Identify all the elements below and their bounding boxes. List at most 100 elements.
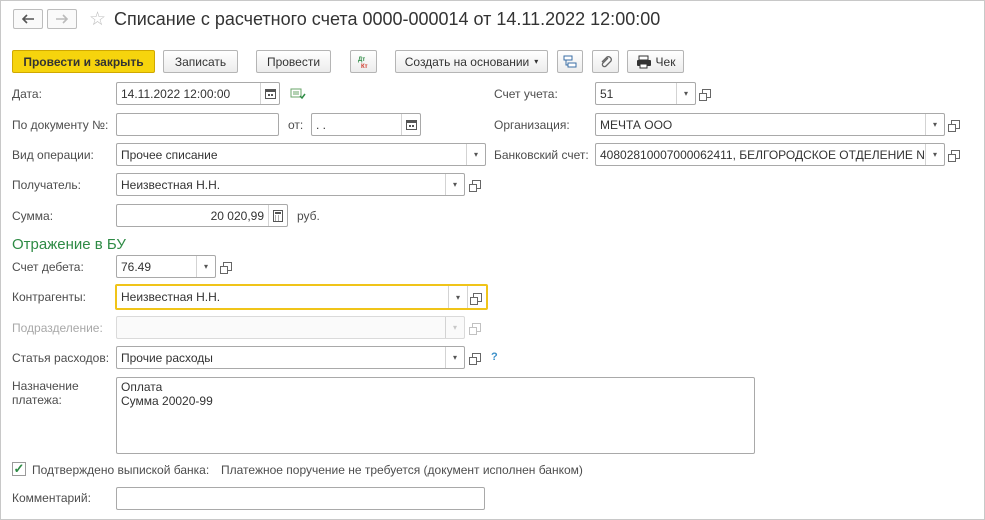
receipt-label: Чек	[655, 54, 676, 69]
recipient-label: Получатель:	[12, 178, 81, 192]
star-icon[interactable]: ☆	[89, 8, 106, 31]
dropdown-arrow-icon[interactable]: ▾	[445, 174, 464, 195]
division-field: ▾	[116, 316, 465, 339]
section-accounting-title: Отражение в БУ	[12, 236, 126, 253]
account-label: Счет учета:	[494, 87, 558, 101]
dropdown-arrow-icon[interactable]: ▾	[925, 144, 944, 165]
recipient-value: Неизвестная Н.Н.	[121, 177, 221, 192]
division-label: Подразделение:	[12, 321, 103, 335]
org-open-button[interactable]	[946, 113, 965, 136]
calendar-icon[interactable]	[401, 114, 420, 135]
help-icon[interactable]: ?	[491, 351, 498, 363]
chevron-down-icon: ▾	[534, 57, 539, 66]
open-icon	[469, 292, 482, 305]
purpose-textarea[interactable]: Оплата Сумма 20020-99	[116, 377, 755, 454]
confirmed-note: Платежное поручение не требуется (докуме…	[221, 463, 583, 477]
open-icon	[469, 323, 481, 335]
dropdown-arrow-icon[interactable]: ▾	[445, 347, 464, 368]
post-and-close-button[interactable]: Провести и закрыть	[12, 50, 155, 73]
from-label: от:	[288, 118, 304, 132]
debit-open-button[interactable]	[218, 255, 237, 278]
open-icon	[948, 120, 960, 132]
account-field[interactable]: 51 ▾	[595, 82, 696, 105]
forward-arrow-icon	[56, 14, 69, 24]
calculator-icon[interactable]	[268, 205, 287, 226]
expense-label: Статья расходов:	[12, 351, 110, 365]
date-field[interactable]: 14.11.2022 12:00:00	[116, 82, 280, 105]
amount-value: 20 020,99	[210, 208, 264, 223]
save-button[interactable]: Записать	[163, 50, 238, 73]
back-arrow-icon	[21, 14, 34, 24]
comment-input[interactable]	[116, 487, 485, 510]
open-icon	[469, 180, 481, 192]
confirmed-checkbox[interactable]: ✓	[12, 461, 26, 476]
dropdown-arrow-icon[interactable]: ▾	[925, 114, 944, 135]
purpose-label-line-2: платежа:	[12, 393, 62, 407]
from-date-value: . .	[316, 117, 327, 132]
expense-open-button[interactable]	[467, 346, 486, 369]
purpose-line: Сумма 20020-99	[121, 394, 213, 408]
confirmed-label: Подтверждено выпиской банка:	[32, 463, 210, 477]
amount-field[interactable]: 20 020,99	[116, 204, 288, 227]
dropdown-arrow-icon: ▾	[445, 317, 464, 338]
account-open-button[interactable]	[697, 82, 716, 105]
structure-button[interactable]	[557, 50, 583, 73]
bank-account-field[interactable]: 40802810007000062411, БЕЛГОРОДСКОЕ ОТДЕЛ…	[595, 143, 945, 166]
recipient-field[interactable]: Неизвестная Н.Н. ▾	[116, 173, 465, 196]
attach-button[interactable]	[592, 50, 619, 73]
counterparty-label: Контрагенты:	[12, 290, 87, 304]
calendar-icon[interactable]	[260, 83, 279, 104]
check-number-icon[interactable]	[290, 88, 306, 103]
forward-button[interactable]	[47, 9, 77, 29]
debit-field[interactable]: 76.49 ▾	[116, 255, 216, 278]
purpose-line: Оплата	[121, 380, 163, 394]
dropdown-arrow-icon[interactable]: ▾	[448, 286, 467, 308]
printer-icon	[636, 55, 651, 68]
create-based-on-label: Создать на основании	[404, 54, 530, 69]
dt-kt-icon: Дт Кт	[358, 57, 368, 70]
counterparty-value: Неизвестная Н.Н.	[121, 290, 221, 304]
open-icon	[469, 353, 481, 365]
account-value: 51	[600, 86, 614, 101]
bank-account-open-button[interactable]	[946, 143, 965, 166]
purpose-label-line-1: Назначение	[12, 379, 79, 393]
structure-icon	[563, 55, 577, 67]
open-icon	[948, 150, 960, 162]
bank-account-value: 40802810007000062411, БЕЛГОРОДСКОЕ ОТДЕЛ…	[600, 147, 925, 162]
operation-value: Прочее списание	[121, 147, 218, 162]
back-button[interactable]	[13, 9, 43, 29]
counterparty-field[interactable]: Неизвестная Н.Н. ▾	[115, 284, 488, 310]
checkmark-icon: ✓	[13, 461, 25, 476]
svg-text:Дт: Дт	[358, 57, 365, 63]
date-value: 14.11.2022 12:00:00	[121, 86, 231, 101]
debit-label: Счет дебета:	[12, 260, 84, 274]
debit-value: 76.49	[121, 259, 152, 274]
operation-select[interactable]: Прочее списание ▾	[116, 143, 486, 166]
svg-text:Кт: Кт	[361, 64, 368, 70]
date-label: Дата:	[12, 87, 42, 101]
receipt-button[interactable]: Чек	[627, 50, 684, 73]
window-title: Списание с расчетного счета 0000-000014 …	[114, 9, 661, 29]
dropdown-arrow-icon[interactable]: ▾	[676, 83, 695, 104]
open-icon	[699, 89, 711, 101]
from-date-field[interactable]: . .	[311, 113, 421, 136]
bank-account-label: Банковский счет:	[494, 148, 589, 162]
paperclip-icon	[601, 55, 612, 67]
operation-label: Вид операции:	[12, 148, 94, 162]
create-based-on-button[interactable]: Создать на основании ▾	[395, 50, 548, 73]
dropdown-arrow-icon[interactable]: ▾	[466, 144, 485, 165]
org-label: Организация:	[494, 118, 570, 132]
post-button[interactable]: Провести	[256, 50, 331, 73]
recipient-open-button[interactable]	[467, 173, 486, 196]
open-icon	[220, 262, 232, 274]
org-field[interactable]: МЕЧТА ООО ▾	[595, 113, 945, 136]
doc-no-input[interactable]	[116, 113, 279, 136]
org-value: МЕЧТА ООО	[600, 117, 673, 132]
dropdown-arrow-icon[interactable]: ▾	[196, 256, 215, 277]
counterparty-open-button[interactable]	[467, 286, 486, 308]
comment-label: Комментарий:	[12, 491, 91, 505]
expense-field[interactable]: Прочие расходы ▾	[116, 346, 465, 369]
amount-label: Сумма:	[12, 209, 54, 223]
division-open-button	[467, 316, 486, 339]
dt-kt-button[interactable]: Дт Кт	[350, 50, 377, 73]
